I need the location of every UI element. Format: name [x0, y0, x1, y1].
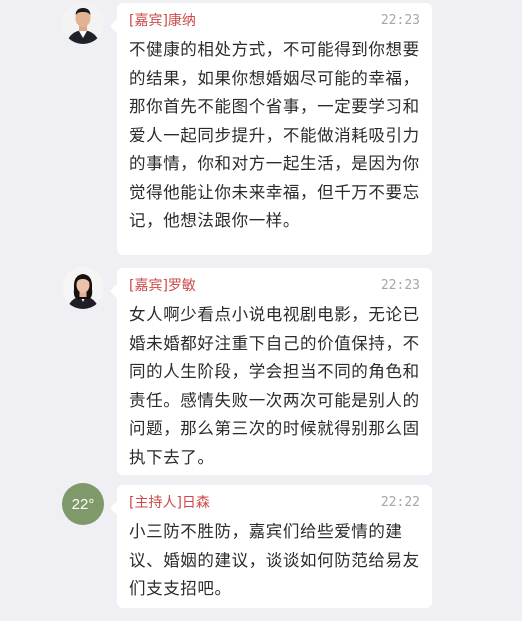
message-text: 小三防不胜防，嘉宾们给些爱情的建议、婚姻的建议，谈谈如何防范给易友们支支招吧。	[129, 522, 420, 598]
avatar[interactable]	[62, 2, 104, 44]
avatar[interactable]: 22°	[62, 483, 104, 525]
message-text: 不健康的相处方式，不可能得到你想要的结果，如果你想婚姻尽可能的幸福，那你首先不能…	[129, 40, 420, 230]
message-header: [嘉宾]康纳 22:23	[129, 12, 420, 30]
message-time: 22:22	[380, 495, 420, 510]
message-time: 22:23	[380, 13, 420, 28]
male-avatar-icon	[62, 2, 104, 44]
sender-name[interactable]: [嘉宾]康纳	[129, 13, 196, 29]
avatar-temperature-label: 22°	[71, 495, 95, 513]
message-text: 女人啊少看点小说电视剧电影，无论已婚未婚都好注重下自己的价值保持，不同的人生阶段…	[129, 305, 420, 467]
message-time: 22:23	[380, 278, 420, 293]
female-avatar-icon	[62, 267, 104, 309]
message-bubble: [嘉宾]罗敏 22:23 女人啊少看点小说电视剧电影，无论已婚未婚都好注重下自己…	[110, 268, 432, 475]
sender-name[interactable]: [嘉宾]罗敏	[129, 278, 196, 294]
message-header: [嘉宾]罗敏 22:23	[129, 277, 420, 295]
avatar[interactable]	[62, 267, 104, 309]
message-header: [主持人]日森 22:22	[129, 494, 420, 512]
sender-name[interactable]: [主持人]日森	[129, 495, 210, 511]
message-bubble: [嘉宾]康纳 22:23 不健康的相处方式，不可能得到你想要的结果，如果你想婚姻…	[110, 3, 432, 255]
message-bubble: [主持人]日森 22:22 小三防不胜防，嘉宾们给些爱情的建议、婚姻的建议，谈谈…	[110, 485, 432, 608]
